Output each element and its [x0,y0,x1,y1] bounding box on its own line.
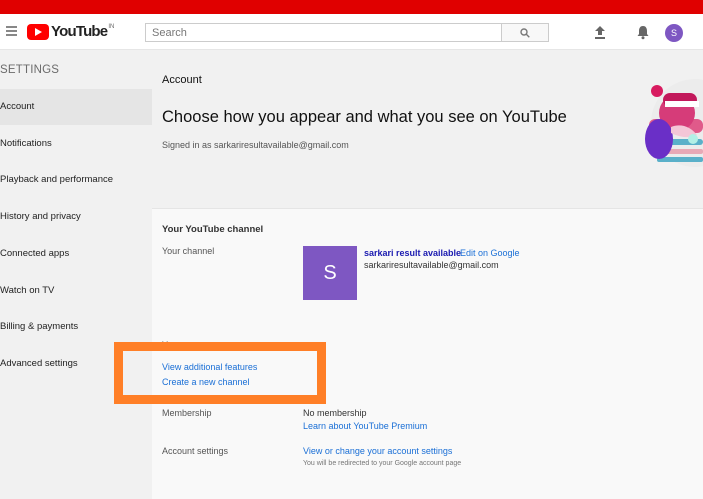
edit-on-google-link[interactable]: Edit on Google [460,248,520,258]
account-hero: Account Choose how you appear and what y… [152,51,703,208]
signed-in-text: Signed in as sarkariresultavailable@gmai… [162,140,349,150]
sidebar-item-billing[interactable]: Billing & payments [0,309,152,345]
youtube-logo[interactable]: YouTube IN [27,23,114,41]
menu-icon[interactable] [6,26,17,36]
search-input[interactable]: Search [145,23,502,42]
sidebar-item-history-privacy[interactable]: History and privacy [0,199,152,235]
account-settings-label: Account settings [162,446,229,456]
learn-premium-link[interactable]: Learn about YouTube Premium [303,421,427,431]
channel-avatar[interactable]: S [303,246,357,300]
account-illustration [645,79,703,167]
upload-icon[interactable] [593,24,607,40]
channel-section-title: Your YouTube channel [162,224,264,235]
your-channel-label: Your channel [162,246,215,256]
sidebar-title: SETTINGS [0,64,60,76]
section-label: Account [162,74,202,86]
top-red-stripe [0,0,703,14]
highlight-box [114,342,326,404]
account-avatar[interactable]: S [665,24,683,42]
logo-country-code: IN [108,24,115,30]
sidebar-item-account[interactable]: Account [0,89,152,125]
channel-email: sarkariresultavailable@gmail.com [364,260,499,270]
channel-name: sarkari result available [364,248,462,258]
notifications-bell-icon[interactable] [636,24,650,40]
search-button[interactable] [502,23,549,42]
sidebar-item-watch-on-tv[interactable]: Watch on TV [0,273,152,309]
redirect-note: You will be redirected to your Google ac… [303,460,462,467]
youtube-play-icon [27,24,49,40]
search-icon [520,28,530,38]
membership-label: Membership [162,408,212,418]
membership-value: No membership [303,408,367,418]
settings-sidebar: SETTINGS Account Notifications Playback … [0,51,152,499]
view-account-settings-link[interactable]: View or change your account settings [303,446,452,456]
sidebar-item-playback[interactable]: Playback and performance [0,162,152,198]
settings-main: Account Choose how you appear and what y… [152,51,703,499]
sidebar-item-notifications[interactable]: Notifications [0,126,152,162]
logo-text: YouTube [51,23,108,40]
page-title: Choose how you appear and what you see o… [162,108,567,126]
masthead: YouTube IN Search S [0,14,703,50]
sidebar-item-connected-apps[interactable]: Connected apps [0,236,152,272]
